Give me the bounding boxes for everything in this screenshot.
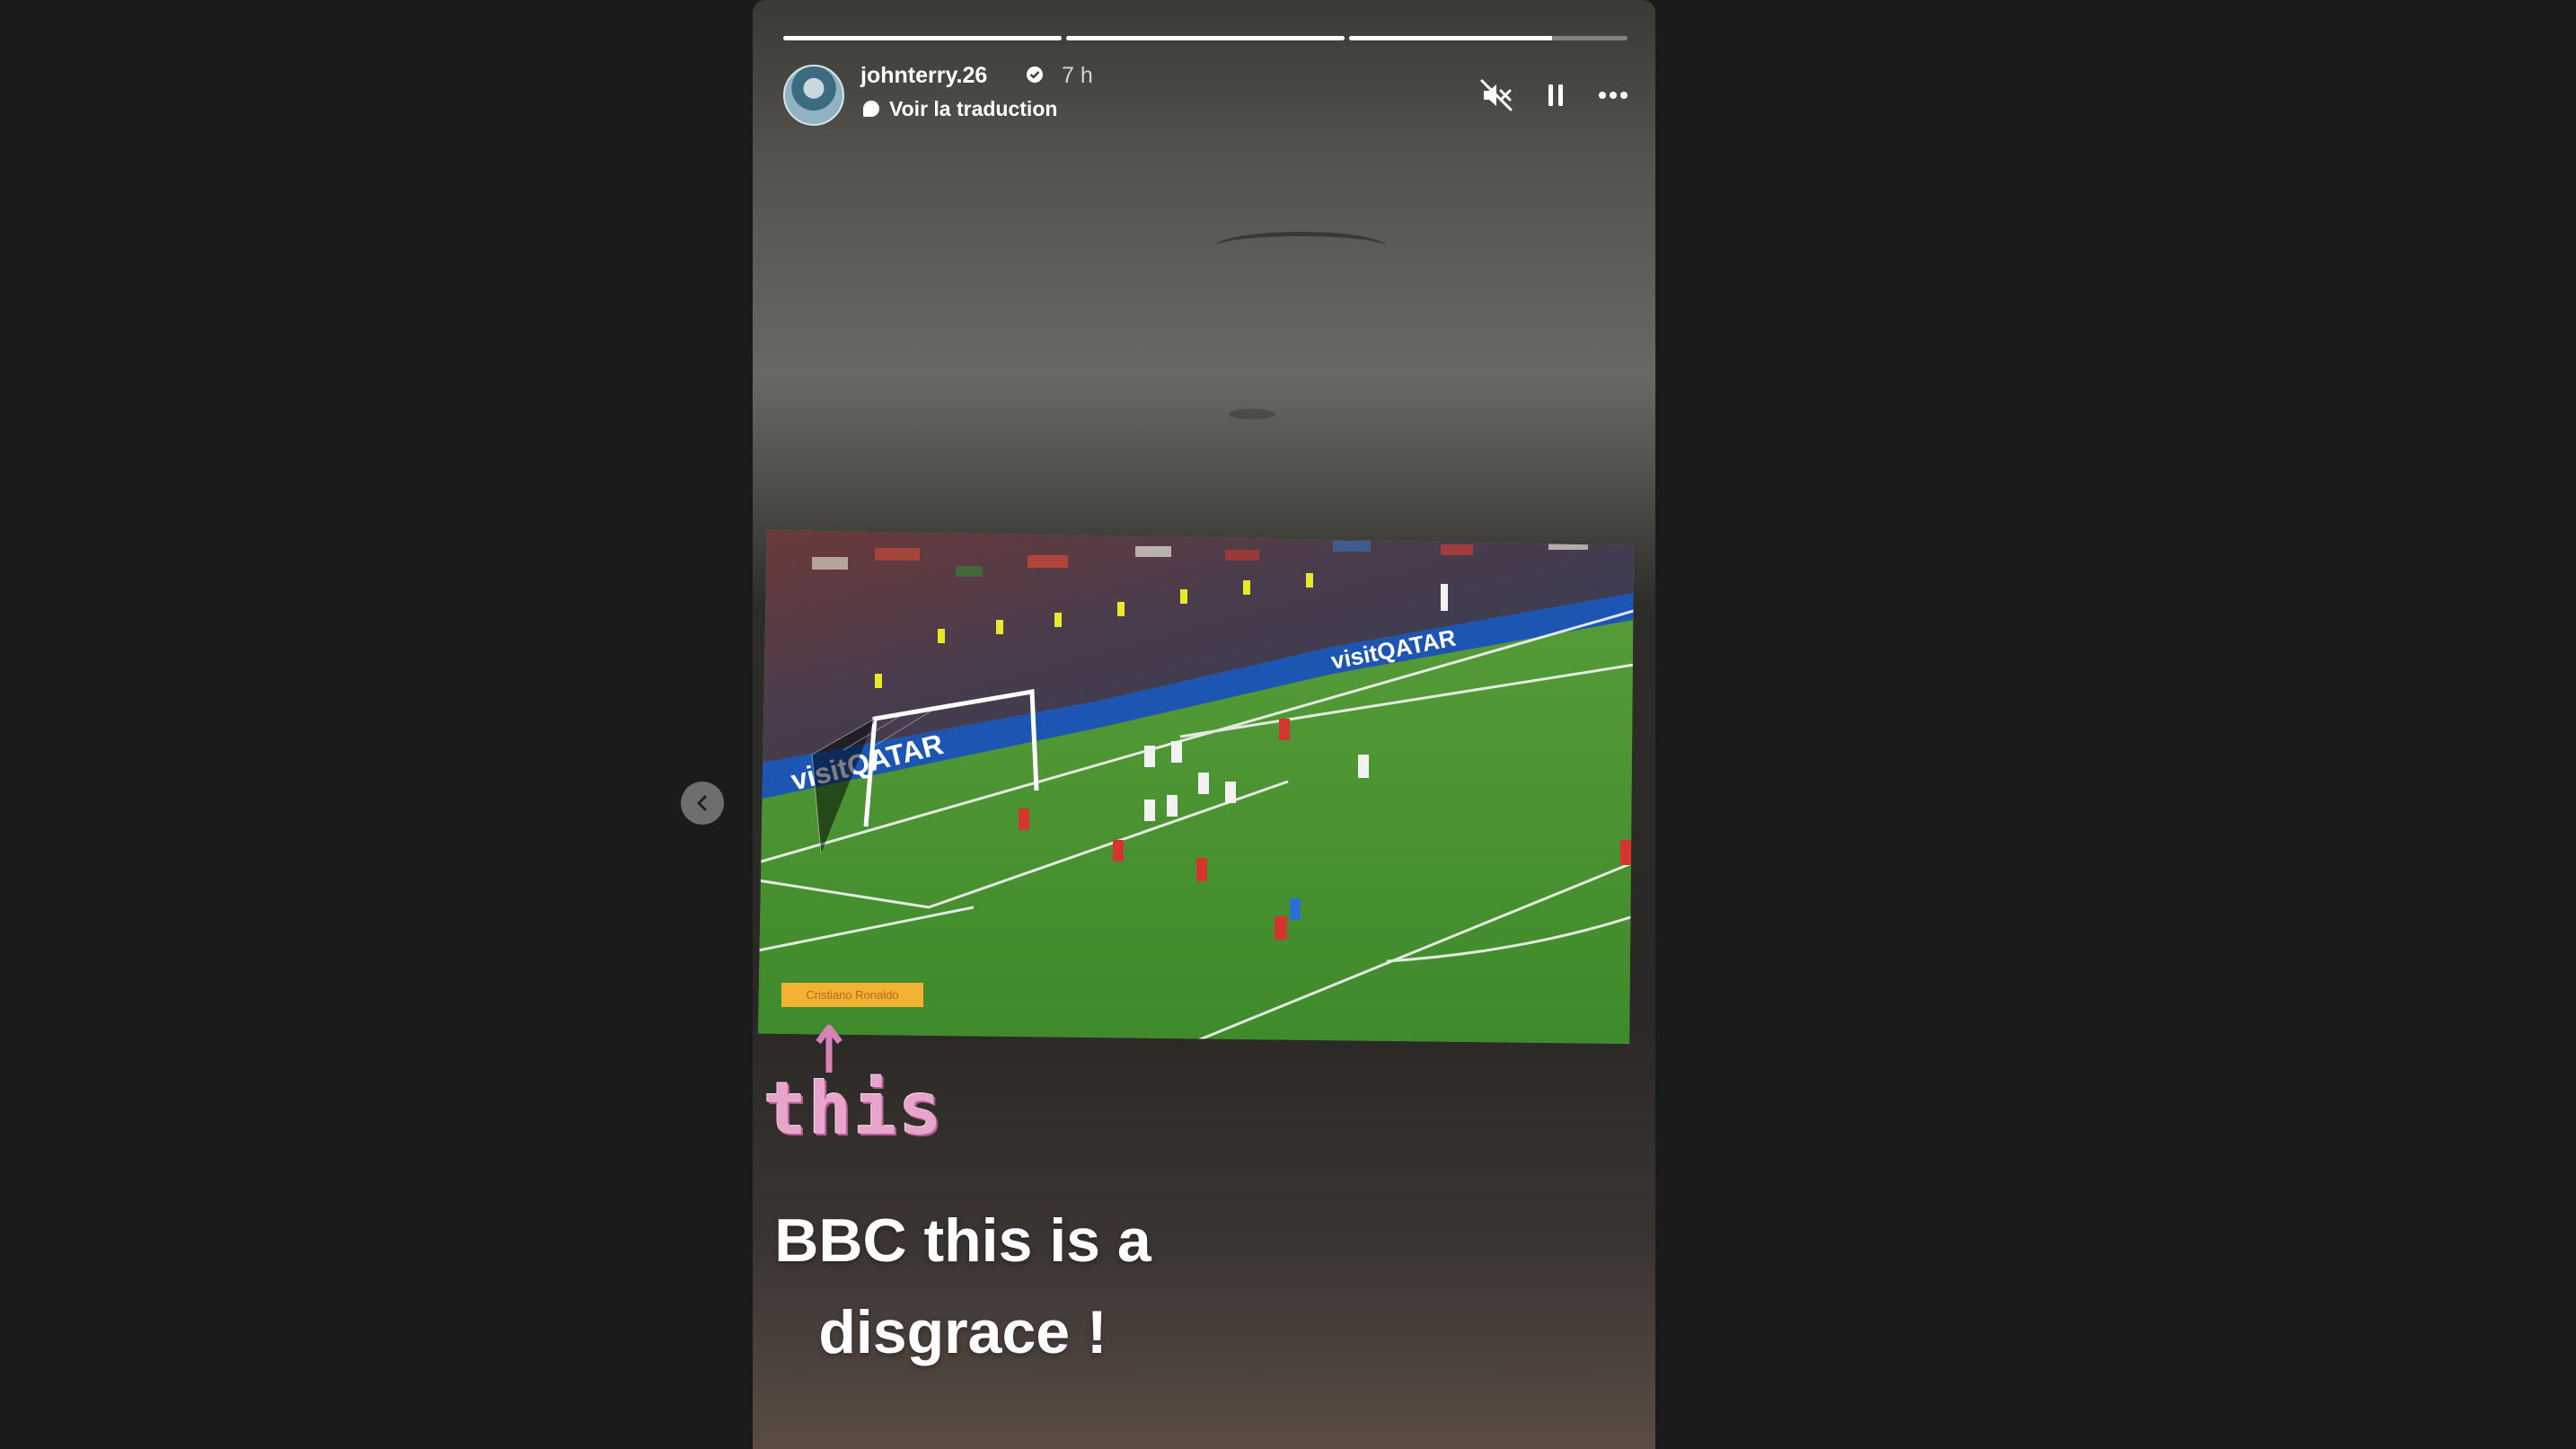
speaker-muted-icon	[1480, 79, 1513, 111]
translation-icon	[863, 101, 879, 117]
broadcast-name-caption: Cristiano Ronaldo	[781, 983, 923, 1007]
text-sticker: this	[763, 1067, 944, 1151]
caption-line: disgrace !	[818, 1298, 1107, 1366]
ceiling-light	[1215, 232, 1386, 261]
story-viewer[interactable]: johnterry.26 7 h Voir la traduction visi…	[753, 0, 1655, 1449]
tv-screen-football-broadcast: visitQATAR visitQATAR	[758, 530, 1634, 1044]
story-header: johnterry.26 7 h Voir la traduction	[783, 63, 1628, 126]
football-match-scene: visitQATAR visitQATAR	[758, 530, 1634, 1044]
username-link[interactable]: johnterry.26	[860, 63, 987, 89]
more-options-button[interactable]	[1592, 74, 1635, 117]
pause-button[interactable]	[1534, 74, 1577, 117]
avatar[interactable]	[783, 65, 844, 126]
pause-icon	[1548, 84, 1563, 106]
story-caption: BBC this is a disgrace !	[753, 1195, 1178, 1378]
chevron-left-icon	[697, 795, 707, 811]
post-timestamp: 7 h	[1062, 63, 1093, 88]
more-horizontal-icon	[1599, 92, 1628, 99]
progress-segment	[1066, 36, 1345, 40]
progress-segment	[1349, 36, 1628, 40]
ceiling-fixture	[1229, 409, 1275, 420]
previous-story-button[interactable]	[681, 782, 724, 825]
mute-button[interactable]	[1475, 74, 1518, 117]
verified-badge-icon	[1024, 65, 1045, 86]
caption-line: BBC this is a	[774, 1206, 1151, 1275]
story-progress-bar	[783, 36, 1628, 40]
progress-segment	[783, 36, 1062, 40]
see-translation-link[interactable]: Voir la traduction	[889, 97, 1057, 121]
